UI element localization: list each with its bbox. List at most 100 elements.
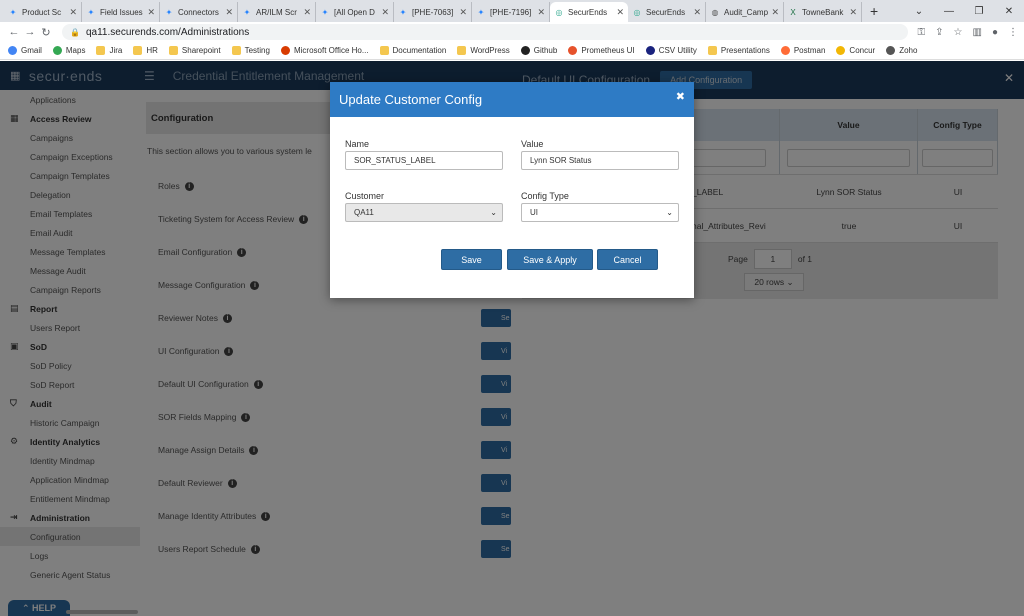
csv-icon [645,46,655,55]
value-field[interactable]: Lynn SOR Status [521,151,679,170]
restore-icon[interactable]: ❐ [964,6,994,17]
tab-label: SecurEnds [646,7,686,17]
bookmark[interactable]: Github [520,46,557,55]
key-icon[interactable]: ⚿ [918,27,926,38]
browser-tab[interactable]: ✦ [All Open D ✕ [316,2,394,22]
menu-icon[interactable]: ⋮ [1008,27,1018,38]
folder-icon [231,46,241,55]
bookmark-label: Presentations [720,46,770,55]
bookmark[interactable]: Concur [836,46,875,55]
browser-tab[interactable]: ✦ Product Sc ✕ [4,2,82,22]
url-field[interactable]: 🔒 qa11.securends.com/Administrations [62,24,908,40]
new-tab-icon[interactable]: + [870,3,878,19]
bookmark[interactable]: Testing [231,46,270,55]
customer-select[interactable]: QA11 ⌄ [345,203,503,222]
browser-tab[interactable]: ◍ Audit_Camp ✕ [706,2,784,22]
share-icon[interactable]: ⇪ [935,27,943,38]
tab-label: Connectors [178,7,219,17]
config-type-select-value: UI [530,208,538,217]
value-label: Value [521,139,544,149]
close-tab-icon[interactable]: ✕ [693,7,701,18]
bookmark[interactable]: Postman [780,46,825,55]
maps-icon [52,46,62,55]
bookmark-label: WordPress [470,46,510,55]
save-button[interactable]: Save [441,249,502,270]
jira-icon: ✦ [165,7,173,17]
bookmark[interactable]: WordPress [457,46,510,55]
save-and-apply-button[interactable]: Save & Apply [507,249,593,270]
jira-icon: ✦ [399,7,407,17]
tab-label: AR/ILM Scr [256,7,297,17]
cancel-button[interactable]: Cancel [597,249,658,270]
minimize-icon[interactable]: — [934,6,964,17]
bookmarks-bar: Gmail Maps Jira HR Sharepoint Testing Microsof… [0,42,1024,60]
chevron-down-icon: ⌄ [490,208,497,217]
bookmark[interactable]: Microsoft Office Ho... [280,46,369,55]
browser-tab[interactable]: ✦ Field Issues ✕ [82,2,160,22]
bookmark-label: Sharepoint [181,46,221,55]
close-tab-icon[interactable]: ✕ [849,7,857,18]
folder-icon [133,46,143,55]
securends-icon: ◎ [555,7,563,17]
reload-icon[interactable]: ↻ [38,26,54,39]
close-tab-icon[interactable]: ✕ [459,7,467,18]
lock-icon: 🔒 [70,27,80,37]
bookmark[interactable]: Prometheus UI [568,46,635,55]
back-icon[interactable]: ← [6,26,22,38]
close-tab-icon[interactable]: ✕ [616,7,624,18]
tab-label: [PHE-7196] [490,7,532,17]
browser-tab[interactable]: ✦ Connectors ✕ [160,2,238,22]
profile-icon[interactable]: ● [992,27,998,38]
sidepanel-icon[interactable]: ▥ [973,27,982,38]
star-icon[interactable]: ☆ [954,27,963,38]
bookmark[interactable]: Documentation [379,46,447,55]
bookmark-label: Zoho [899,46,918,55]
config-type-select[interactable]: UI ⌄ [521,203,679,222]
browser-tab-bar: ✦ Product Sc ✕ ✦ Field Issues ✕ ✦ Connectors ✕ ✦ A… [0,0,1024,22]
bookmark[interactable]: CSV Utility [645,46,697,55]
postman-icon [780,46,790,55]
close-window-icon[interactable]: ✕ [994,6,1024,17]
bookmark-label: Maps [65,46,86,55]
close-icon[interactable]: ✖ [676,90,685,103]
config-type-label: Config Type [521,191,569,201]
bookmark[interactable]: Sharepoint [168,46,221,55]
close-tab-icon[interactable]: ✕ [69,7,77,18]
bookmark-label: Documentation [392,46,447,55]
close-tab-icon[interactable]: ✕ [537,7,545,18]
name-field[interactable]: SOR_STATUS_LABEL [345,151,503,170]
close-tab-icon[interactable]: ✕ [771,7,779,18]
close-tab-icon[interactable]: ✕ [381,7,389,18]
close-tab-icon[interactable]: ✕ [225,7,233,18]
close-tab-icon[interactable]: ✕ [147,7,155,18]
browser-tab[interactable]: ✦ [PHE-7196] ✕ [472,2,550,22]
folder-icon [379,46,389,55]
securends-icon: ◎ [633,7,641,17]
browser-tab[interactable]: ✦ AR/ILM Scr ✕ [238,2,316,22]
bookmark[interactable]: Presentations [707,46,770,55]
name-label: Name [345,139,370,149]
bookmark[interactable]: HR [133,46,158,55]
jira-icon: ✦ [243,7,251,17]
bookmark[interactable]: Gmail [8,46,42,55]
tab-search-icon[interactable]: ⌄ [904,6,934,17]
forward-icon[interactable]: → [22,26,38,38]
close-tab-icon[interactable]: ✕ [303,7,311,18]
tab-label: TowneBank [802,7,844,17]
bookmark-label: Prometheus UI [581,46,635,55]
tab-label: [All Open D [334,7,375,17]
browser-tab[interactable]: ◎ SecurEnds ✕ [550,2,628,22]
jira-icon: ✦ [477,7,485,17]
bookmark[interactable]: Maps [52,46,86,55]
excel-icon: X [790,7,796,17]
customer-select-value: QA11 [354,208,374,217]
bookmark-label: Testing [244,46,270,55]
browser-tab[interactable]: ◎ SecurEnds ✕ [628,2,706,22]
jira-icon: ✦ [87,7,95,17]
tab-label: [PHE-7063] [412,7,454,17]
browser-tab[interactable]: ✦ [PHE-7063] ✕ [394,2,472,22]
bookmark-label: Concur [849,46,876,55]
bookmark[interactable]: Jira [96,46,122,55]
bookmark[interactable]: Zoho [886,46,917,55]
browser-tab[interactable]: X TowneBank ✕ [784,2,862,22]
